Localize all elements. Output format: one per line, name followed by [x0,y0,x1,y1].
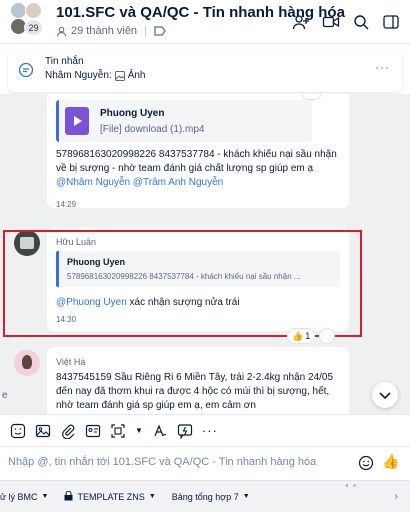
message-bubble[interactable]: Hữu Luân Phuong Uyen 578968163020998226 … [47,227,349,331]
sidebar-toggle-icon[interactable] [382,13,400,31]
video-call-icon[interactable] [322,13,340,31]
person-icon [56,26,67,36]
mention-link[interactable]: @Trâm Anh Nguyễn [133,177,223,188]
quoted-message[interactable]: Phuong Uyen 578968163020998226 843753778… [56,251,340,287]
mention-link[interactable]: @Nhâm Nguyễn [56,177,130,188]
avatar[interactable] [14,350,40,376]
chevron-down-icon: ▼ [242,493,250,500]
composer-toolbar: ▼ ··· [0,414,410,446]
pinned-preview: Nhâm Nguyễn: Ảnh [45,70,146,81]
bottom-item-label: ử lý BMC [0,491,38,502]
header-actions [292,13,400,31]
search-icon[interactable] [352,13,370,31]
group-subline: 29 thành viên [56,25,166,37]
message-time: 14:29 [56,200,77,209]
message-body: xác nhận sượng nửa trái [126,297,240,308]
file-attachment[interactable]: Phuong Uyen [File] download (1).mp4 [56,100,312,142]
thumbs-up-icon: 👍 [292,330,304,341]
bottom-item-bmc[interactable]: ử lý BMC ▼ [0,492,48,502]
message-text: 578968163020998226 8437537784 - khách kh… [56,148,346,190]
divider [145,25,147,37]
member-count-badge: 29 [24,19,43,36]
members-link[interactable]: 29 thành viên [71,25,137,37]
mention-link[interactable]: @Phuong Uyen [56,297,127,308]
image-icon [114,70,125,81]
message-time: 14:30 [56,315,77,324]
scroll-arrows[interactable]: ◂ ▸ [345,482,359,489]
bottom-item-label: TEMPLATE ZNS [77,491,145,502]
emoji-icon[interactable] [358,455,374,471]
chevron-down-icon [379,392,391,400]
bottom-item-summary[interactable]: Bảng tổng hợp 7 ▼ [172,492,250,502]
bottom-item-label: Bảng tổng hợp 7 [171,491,239,502]
reaction-count[interactable]: 👍 1 [287,328,316,344]
lock-icon [64,490,73,503]
composer: Nhập @, tin nhắn tới 101.SFC và QA/QC - … [0,446,410,480]
tag-icon[interactable] [154,26,166,36]
reactions: 👍 1 [287,328,336,344]
thumbs-up-icon[interactable]: 👍 [382,453,399,470]
video-file-icon [65,107,89,135]
image-icon[interactable] [35,422,51,440]
attachment-icon[interactable] [60,422,76,440]
message-text: 8437545159 Sầu Riêng Ri 6 Miền Tây, trái… [56,372,334,411]
group-avatar[interactable]: 29 [10,2,44,40]
file-name: [File] download (1).mp4 [100,124,205,135]
bottom-item-template[interactable]: TEMPLATE ZNS ▼ [64,490,156,503]
message-body: 578968163020998226 8437537784 - khách kh… [56,149,337,174]
more-options-icon[interactable]: ··· [375,60,390,74]
reaction-count-value: 1 [305,331,311,341]
add-reaction-icon[interactable] [319,328,336,344]
sender-name: Hữu Luân [56,237,97,247]
chevron-down-icon: ▼ [148,493,156,500]
screenshot-icon[interactable] [110,422,126,440]
message-bubble[interactable]: Việt Hà 8437545159 Sầu Riêng Ri 6 Miền T… [47,347,349,414]
message-bubble[interactable]: Phuong Uyen [File] download (1).mp4 5789… [47,94,349,209]
chevron-right-icon[interactable]: › [395,491,398,502]
sender-name: Việt Hà [56,357,86,367]
quick-message-icon[interactable] [177,422,193,440]
pinned-title: Tin nhắn [45,56,84,67]
chevron-down-icon[interactable]: ▼ [135,422,143,440]
member-avatar [25,2,42,19]
chevron-down-icon: ▼ [41,493,49,500]
reaction-button[interactable] [302,94,321,100]
pinned-preview-author: Nhâm Nguyễn: [45,70,112,81]
pinned-message-bar[interactable]: Tin nhắn Nhâm Nguyễn: Ảnh ··· [8,50,402,92]
more-icon[interactable]: ··· [202,422,218,440]
text-format-icon[interactable] [152,422,168,440]
message-icon [18,62,34,78]
contact-card-icon[interactable] [85,422,101,440]
message-text: @Phuong Uyen xác nhận sượng nửa trái [56,297,240,308]
chat-header: 29 101.SFC và QA/QC - Tin nhanh hàng hóa… [0,0,410,44]
message-input[interactable]: Nhập @, tin nhắn tới 101.SFC và QA/QC - … [8,456,316,468]
scroll-to-bottom-button[interactable] [372,382,398,408]
file-sender: Phuong Uyen [100,108,165,119]
edge-text: e [2,390,8,401]
quoted-text: 578968163020998226 8437537784 - khách kh… [67,272,301,281]
avatar[interactable] [14,230,40,256]
message-list[interactable]: Phuong Uyen [File] download (1).mp4 5789… [0,94,410,414]
pinned-preview-content: Ảnh [127,70,146,81]
add-member-icon[interactable] [292,13,310,31]
quoted-author: Phuong Uyen [67,257,125,267]
sticker-icon[interactable] [10,422,26,440]
